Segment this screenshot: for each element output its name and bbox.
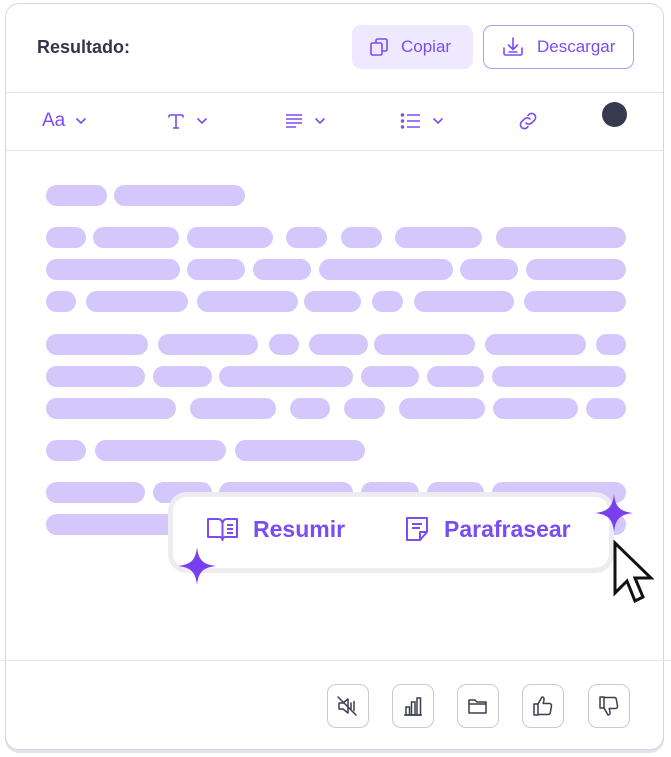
placeholder-line — [46, 185, 107, 206]
placeholder-line — [361, 366, 419, 387]
placeholder-line — [374, 334, 475, 355]
chevron-down-icon — [76, 117, 87, 125]
mute-button[interactable] — [327, 684, 369, 728]
placeholder-line — [95, 440, 226, 461]
link-icon — [519, 112, 537, 130]
sparkle-icon — [178, 547, 216, 585]
thumbs-down-icon — [599, 696, 619, 716]
placeholder-line — [86, 291, 188, 312]
placeholder-line — [187, 259, 245, 280]
placeholder-line — [190, 398, 276, 419]
placeholder-line — [46, 514, 176, 535]
placeholder-line — [290, 398, 330, 419]
result-header: Resultado: Copiar Descargar — [6, 4, 663, 93]
paraphrase-button[interactable]: Parafrasear — [404, 515, 571, 543]
paraphrase-icon — [406, 517, 428, 541]
folder-button[interactable] — [457, 684, 499, 728]
placeholder-line — [319, 259, 453, 280]
placeholder-line — [309, 334, 368, 355]
book-icon — [207, 518, 238, 541]
sparkle-icon — [595, 494, 633, 532]
folder-icon — [468, 699, 487, 714]
placeholder-line — [46, 440, 86, 461]
thumbs-up-button[interactable] — [522, 684, 564, 728]
placeholder-line — [46, 259, 180, 280]
text-color-swatch[interactable] — [602, 102, 627, 127]
format-toolbar: Aa — [6, 92, 663, 151]
selection-popup: Resumir Parafrasear — [173, 497, 609, 568]
placeholder-line — [395, 227, 482, 248]
placeholder-line — [46, 227, 86, 248]
placeholder-line — [93, 227, 179, 248]
list-icon — [400, 113, 420, 129]
copy-label: Copiar — [401, 37, 452, 56]
chevron-down-icon — [432, 117, 444, 125]
placeholder-line — [485, 334, 586, 355]
placeholder-line — [253, 259, 311, 280]
thumbs-down-button[interactable] — [588, 684, 630, 728]
copy-button[interactable]: Copiar — [352, 25, 473, 69]
placeholder-line — [46, 366, 145, 387]
placeholder-line — [341, 227, 382, 248]
result-title: Resultado: — [37, 37, 131, 57]
stats-button[interactable] — [392, 684, 434, 728]
link-button[interactable] — [516, 104, 540, 138]
list-dropdown[interactable] — [400, 104, 444, 138]
text-style-dropdown[interactable] — [166, 104, 208, 138]
placeholder-line — [46, 398, 176, 419]
placeholder-line — [493, 398, 578, 419]
copy-icon — [370, 38, 388, 56]
text-style-icon — [168, 114, 184, 129]
placeholder-line — [524, 291, 626, 312]
placeholder-line — [526, 259, 626, 280]
placeholder-line — [219, 366, 353, 387]
placeholder-line — [492, 366, 626, 387]
placeholder-line — [46, 291, 76, 312]
placeholder-line — [235, 440, 365, 461]
placeholder-line — [158, 334, 258, 355]
align-left-icon — [286, 114, 302, 128]
chevron-down-icon — [314, 117, 326, 125]
paraphrase-label: Parafrasear — [444, 515, 571, 542]
placeholder-line — [399, 398, 485, 419]
placeholder-line — [460, 259, 518, 280]
font-size-label: Aa — [42, 110, 66, 131]
placeholder-line — [286, 227, 327, 248]
placeholder-line — [427, 366, 484, 387]
placeholder-line — [46, 334, 148, 355]
align-dropdown[interactable] — [284, 104, 326, 138]
download-label: Descargar — [537, 37, 616, 56]
footer-divider — [0, 660, 671, 661]
placeholder-line — [596, 334, 626, 355]
speaker-mute-icon — [337, 696, 357, 716]
summarize-label: Resumir — [253, 515, 346, 542]
placeholder-line — [414, 291, 514, 312]
placeholder-line — [269, 334, 299, 355]
placeholder-line — [153, 366, 212, 387]
placeholder-line — [197, 291, 298, 312]
placeholder-line — [344, 398, 385, 419]
placeholder-line — [304, 291, 361, 312]
placeholder-line — [114, 185, 245, 206]
placeholder-line — [496, 227, 626, 248]
mouse-cursor-icon — [613, 540, 654, 604]
placeholder-line — [46, 482, 145, 503]
bar-chart-icon — [404, 697, 422, 716]
thumbs-up-icon — [533, 696, 553, 716]
font-size-dropdown[interactable]: Aa — [42, 104, 87, 138]
download-icon — [503, 37, 523, 56]
placeholder-line — [187, 227, 273, 248]
chevron-down-icon — [196, 117, 208, 125]
summarize-button[interactable]: Resumir — [206, 515, 345, 543]
placeholder-line — [586, 398, 626, 419]
placeholder-line — [372, 291, 403, 312]
download-button[interactable]: Descargar — [483, 25, 634, 69]
